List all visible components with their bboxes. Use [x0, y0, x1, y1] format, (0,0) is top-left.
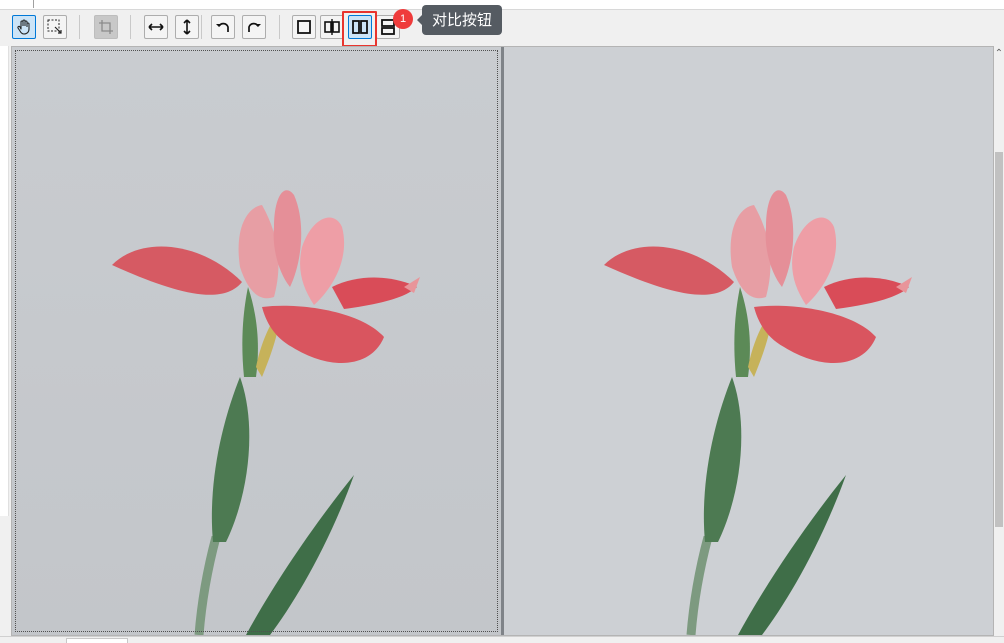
- vertical-arrows-icon: [183, 19, 191, 35]
- scrollbar-thumb[interactable]: [995, 152, 1003, 527]
- strip-divider: [33, 0, 34, 8]
- single-square-icon: [297, 20, 311, 34]
- pan-tool-button[interactable]: [12, 15, 36, 39]
- horizontal-arrows-icon: [148, 23, 164, 31]
- hand-icon: [17, 19, 30, 35]
- marquee-select-button[interactable]: [43, 15, 67, 39]
- marquee-select-icon: [47, 19, 62, 34]
- side-panel-edge: [0, 46, 9, 516]
- compare-canvas[interactable]: [11, 46, 994, 636]
- toolbar-separator: [79, 15, 80, 39]
- single-view-button[interactable]: [292, 15, 316, 39]
- split-compare-icon: [324, 19, 340, 35]
- compare-button-tooltip: 对比按钮: [416, 5, 503, 35]
- flip-vertical-button[interactable]: [175, 15, 199, 39]
- original-image-pane[interactable]: [12, 47, 501, 635]
- step-badge: 1: [393, 9, 413, 29]
- bottom-strip: [0, 636, 1004, 643]
- crop-button[interactable]: [94, 15, 118, 39]
- toolbar-separator: [279, 15, 280, 39]
- image-compare-app: 1 对比按钮 ⌃: [0, 0, 1004, 643]
- rotate-left-icon: [216, 22, 229, 32]
- rotate-right-button[interactable]: [242, 15, 266, 39]
- flip-horizontal-button[interactable]: [144, 15, 168, 39]
- iris-flower-image: [504, 47, 993, 635]
- split-compare-button[interactable]: [320, 15, 344, 39]
- toolbar-separator: [130, 15, 131, 39]
- bottom-tab[interactable]: [66, 638, 128, 643]
- processed-image-pane[interactable]: [504, 47, 993, 635]
- vertical-scrollbar[interactable]: ⌃: [994, 44, 1004, 636]
- compare-button-highlight: [342, 11, 377, 47]
- toolbar-separator: [201, 15, 202, 39]
- scroll-up-icon[interactable]: ⌃: [994, 46, 1004, 62]
- rotate-right-icon: [248, 22, 261, 32]
- iris-flower-image: [12, 47, 501, 635]
- rotate-left-button[interactable]: [211, 15, 235, 39]
- crop-icon: [99, 20, 113, 34]
